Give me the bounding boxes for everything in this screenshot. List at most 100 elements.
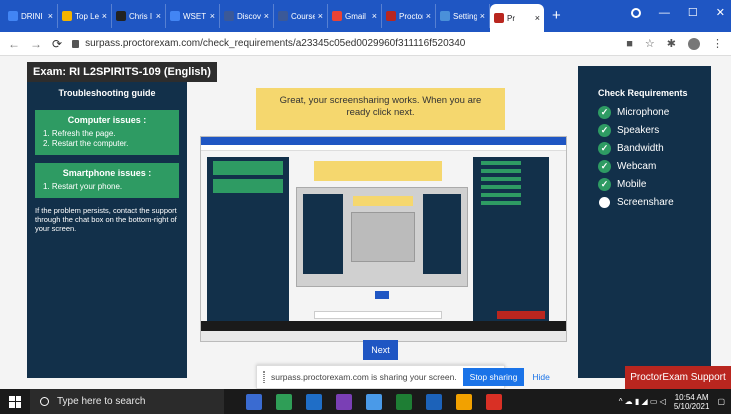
preview-sharebar — [314, 311, 442, 319]
tab-close-icon[interactable]: × — [156, 11, 161, 21]
start-button[interactable] — [0, 389, 30, 414]
check-icon: ✓ — [598, 160, 611, 173]
new-tab-button[interactable]: + — [552, 7, 561, 24]
browser-tab[interactable]: Gmail × — [328, 4, 382, 28]
preview-tab-strip — [201, 137, 566, 145]
next-button[interactable]: Next — [363, 340, 398, 360]
tab-close-icon[interactable]: × — [535, 13, 540, 23]
browser-tab[interactable]: Top Le × — [58, 4, 112, 28]
tab-label: WSET — [183, 11, 207, 21]
requirement-label: Speakers — [617, 125, 660, 136]
taskbar-app-icon[interactable] — [366, 393, 382, 410]
requirement-label: Microphone — [617, 107, 670, 118]
requirements-panel: Check Requirements ✓ Microphone ✓ Speakers ✓… — [578, 66, 711, 378]
browser-tab[interactable]: DRINI × — [4, 4, 58, 28]
tab-favicon-icon — [170, 11, 180, 21]
computer-step: 2. Restart the computer. — [43, 139, 129, 148]
taskbar-app-icon[interactable] — [456, 393, 472, 410]
tab-favicon-icon — [116, 11, 126, 21]
screenshare-preview — [200, 136, 567, 342]
tab-close-icon[interactable]: × — [102, 11, 107, 21]
taskbar-app-icon[interactable] — [246, 393, 262, 410]
hide-button[interactable]: Hide — [530, 372, 551, 382]
tab-label: Chris I — [129, 11, 153, 21]
forward-icon[interactable]: → — [30, 37, 42, 51]
browser-tab[interactable]: WSET × — [166, 4, 220, 28]
browser-tab[interactable]: Proctor × — [382, 4, 436, 28]
support-chat-button[interactable]: ProctorExam Support — [625, 366, 731, 389]
check-icon: ✓ — [598, 142, 611, 155]
tab-favicon-icon — [332, 11, 342, 21]
screen-sharing-bar: surpass.proctorexam.com is sharing your … — [256, 365, 550, 389]
requirement-item: ✓ Speakers — [598, 124, 701, 137]
taskbar-search[interactable]: Type here to search — [30, 389, 224, 414]
stop-sharing-button[interactable]: Stop sharing — [462, 368, 525, 386]
clock-time: 10:54 AM — [674, 392, 709, 402]
close-window-icon[interactable]: ✕ — [716, 6, 725, 19]
search-icon — [40, 397, 49, 406]
preview-support-button — [497, 311, 545, 319]
tab-label: DRINI — [21, 11, 43, 21]
tab-close-icon[interactable]: × — [318, 11, 323, 21]
notifications-icon[interactable]: ▢ — [717, 397, 725, 406]
tab-close-icon[interactable]: × — [480, 11, 485, 21]
lock-icon — [72, 39, 80, 48]
browser-tab[interactable]: Chris I × — [112, 4, 166, 28]
browser-toolbar: ← → ⟳ surpass.proctorexam.com/check_requ… — [0, 32, 731, 56]
reload-icon[interactable]: ⟳ — [52, 37, 62, 51]
preview-right-panel — [473, 157, 549, 325]
url-text: surpass.proctorexam.com/check_requiremen… — [85, 38, 466, 49]
check-icon: ✓ — [598, 106, 611, 119]
tab-favicon-icon — [386, 11, 396, 21]
browser-tab[interactable]: Pr × — [490, 4, 544, 32]
tab-close-icon[interactable]: × — [210, 11, 215, 21]
requirement-item: ✓ Bandwidth — [598, 142, 701, 155]
requirement-item: Screenshare — [598, 196, 701, 209]
page-content: Troubleshooting guide Computer issues : … — [0, 56, 731, 389]
tab-label: Course — [291, 11, 315, 21]
menu-icon[interactable]: ⋮ — [712, 37, 723, 50]
camera-icon[interactable]: ■ — [626, 38, 633, 50]
tray-icons[interactable]: ^ ☁ ▮ ◢ ▭ ◁ — [619, 397, 666, 406]
address-bar[interactable]: surpass.proctorexam.com/check_requiremen… — [72, 38, 616, 49]
preview-nested-screen — [296, 187, 468, 287]
computer-step: 1. Refresh the page. — [43, 129, 116, 138]
windows-taskbar: Type here to search ^ ☁ ▮ ◢ ▭ ◁ 10:54 AM… — [0, 389, 731, 414]
drag-handle[interactable] — [263, 371, 265, 383]
avatar[interactable] — [688, 37, 700, 50]
maximize-icon[interactable]: ☐ — [688, 6, 698, 19]
preview-taskbar — [201, 321, 566, 331]
tab-label: Top Le — [75, 11, 99, 21]
taskbar-app-icon[interactable] — [486, 393, 502, 410]
minimize-icon[interactable]: — — [659, 7, 670, 19]
tab-close-icon[interactable]: × — [372, 11, 377, 21]
tab-favicon-icon — [62, 11, 72, 21]
tab-close-icon[interactable]: × — [264, 11, 269, 21]
extensions-icon[interactable]: ✱ — [667, 37, 676, 50]
requirement-item: ✓ Microphone — [598, 106, 701, 119]
help-text: If the problem persists, contact the sup… — [35, 206, 177, 233]
tab-close-icon[interactable]: × — [426, 11, 431, 21]
clock[interactable]: 10:54 AM 5/10/2021 — [674, 393, 710, 411]
computer-issues-title: Computer issues : — [67, 115, 147, 125]
requirement-item: ✓ Mobile — [598, 178, 701, 191]
taskbar-app-icon[interactable] — [276, 393, 292, 410]
computer-issues-box: Computer issues : 1. Refresh the page. 2… — [35, 110, 179, 155]
browser-tab[interactable]: Discov × — [220, 4, 274, 28]
back-icon[interactable]: ← — [8, 37, 20, 51]
tab-favicon-icon — [224, 11, 234, 21]
bookmark-star-icon[interactable]: ☆ — [645, 37, 655, 50]
tab-favicon-icon — [494, 13, 504, 23]
profile-icon[interactable] — [630, 7, 641, 18]
browser-tab-strip: DRINI × Top Le × Chris I × WSET × Discov × Course ×… — [0, 0, 731, 32]
toolbar-icons: ■ ☆ ✱ ⋮ — [626, 37, 723, 50]
taskbar-app-icon[interactable] — [426, 393, 442, 410]
browser-tab[interactable]: Course × — [274, 4, 328, 28]
taskbar-app-icon[interactable] — [336, 393, 352, 410]
pending-icon — [599, 197, 610, 208]
tab-close-icon[interactable]: × — [48, 11, 53, 21]
taskbar-app-icon[interactable] — [396, 393, 412, 410]
system-tray: ^ ☁ ▮ ◢ ▭ ◁ 10:54 AM 5/10/2021 ▢ — [619, 393, 731, 411]
taskbar-app-icon[interactable] — [306, 393, 322, 410]
browser-tab[interactable]: Setting × — [436, 4, 490, 28]
